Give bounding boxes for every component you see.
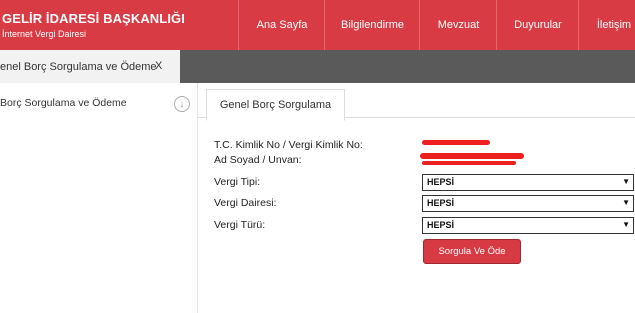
sidebar: Borç Sorgulama ve Ödeme ↓ bbox=[0, 83, 198, 313]
redacted-id-value bbox=[422, 140, 490, 145]
site-header: GELİR İDARESİ BAŞKANLIĞI İnternet Vergi … bbox=[0, 0, 635, 50]
close-icon[interactable]: X bbox=[155, 60, 162, 72]
nav-bilgilendirme[interactable]: Bilgilendirme bbox=[324, 0, 420, 50]
tax-type-label: Vergi Tipi: bbox=[214, 176, 261, 188]
main-content: Genel Borç Sorgulama T.C. Kimlik No / Ve… bbox=[198, 83, 635, 313]
tax-kind-value: HEPSİ bbox=[427, 220, 455, 230]
tax-kind-label: Vergi Türü: bbox=[214, 219, 266, 231]
sorgula-ve-ode-button[interactable]: Sorgula Ve Öde bbox=[423, 239, 521, 264]
nav-iletisim[interactable]: İletişim bbox=[578, 0, 635, 50]
tab-bar: enel Borç Sorgulama ve Ödeme X bbox=[0, 50, 635, 83]
tab-label: enel Borç Sorgulama ve Ödeme bbox=[0, 61, 157, 73]
tc-label: T.C. Kimlik No / Vergi Kimlik No: bbox=[214, 139, 363, 151]
tax-office-label: Vergi Dairesi: bbox=[214, 197, 277, 209]
site-title[interactable]: GELİR İDARESİ BAŞKANLIĞI bbox=[2, 11, 185, 26]
redacted-name-value-2 bbox=[422, 161, 516, 165]
tax-office-select[interactable]: HEPSİ ▼ bbox=[422, 195, 634, 212]
tax-type-select[interactable]: HEPSİ ▼ bbox=[422, 174, 634, 191]
site-subtitle: İnternet Vergi Dairesi bbox=[2, 29, 87, 39]
redacted-name-value bbox=[420, 153, 524, 159]
tax-kind-select[interactable]: HEPSİ ▼ bbox=[422, 217, 634, 234]
tab-genel-borc-sorgulama[interactable]: Genel Borç Sorgulama bbox=[206, 89, 345, 121]
nav-mevzuat[interactable]: Mevzuat bbox=[419, 0, 497, 50]
dropdown-arrow-icon: ▼ bbox=[622, 220, 630, 229]
dropdown-arrow-icon: ▼ bbox=[622, 198, 630, 207]
nav-duyurular[interactable]: Duyurular bbox=[496, 0, 579, 50]
tab-borc-sorgulama[interactable]: enel Borç Sorgulama ve Ödeme X bbox=[0, 50, 180, 83]
sidebar-item-borc-sorgulama[interactable]: Borç Sorgulama ve Ödeme bbox=[0, 97, 127, 109]
chevron-down-circle-icon[interactable]: ↓ bbox=[174, 96, 190, 112]
dropdown-arrow-icon: ▼ bbox=[622, 177, 630, 186]
nav-ana-sayfa[interactable]: Ana Sayfa bbox=[238, 0, 325, 50]
name-label: Ad Soyad / Unvan: bbox=[214, 154, 302, 166]
tax-office-value: HEPSİ bbox=[427, 198, 455, 208]
tax-type-value: HEPSİ bbox=[427, 177, 455, 187]
